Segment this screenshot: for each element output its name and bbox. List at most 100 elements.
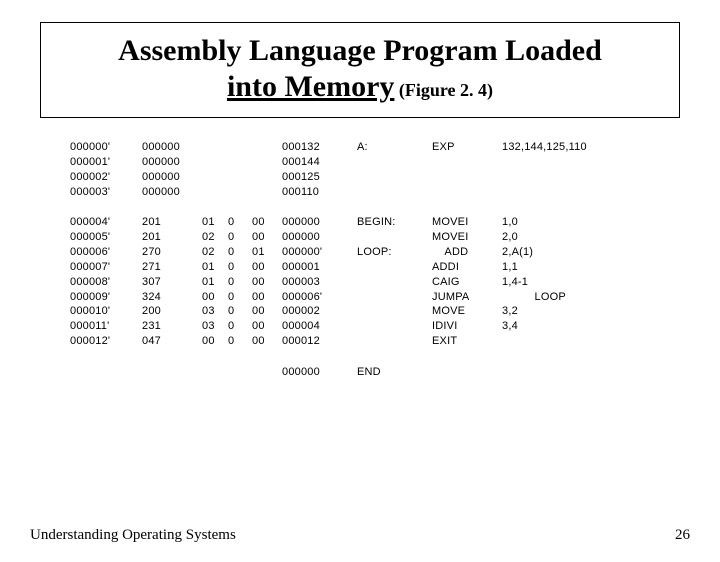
listing-cell: 000010' [70,304,142,319]
listing-cell: 1,4-1 [502,275,592,290]
listing-cell: 000001' [70,155,142,170]
listing-row: 000004'20101000000000BEGIN:MOVEI1,0 [70,215,650,230]
listing-cell [432,365,502,380]
listing-row: 000011'23103000000004IDIVI3,4 [70,319,650,334]
listing-cell: 1,1 [502,260,592,275]
listing-cell: 271 [142,260,202,275]
listing-cell: 0 [228,319,252,334]
listing-cell [357,185,432,200]
listing-cell [357,304,432,319]
listing-cell: 00 [252,304,282,319]
footer-right: 26 [675,527,690,544]
listing-cell [357,275,432,290]
listing-cell: ADDI [432,260,502,275]
listing-cell: 0 [228,215,252,230]
listing-cell: 3,2 [502,304,592,319]
listing-cell: 000003' [70,185,142,200]
listing-cell [502,334,592,349]
listing-cell: 047 [142,334,202,349]
listing-cell [252,170,282,185]
listing-cell: 01 [202,275,228,290]
listing-cell: 00 [252,319,282,334]
listing-row: 000005'20102000000000MOVEI2,0 [70,230,650,245]
listing-cell [432,185,502,200]
listing-cell [357,155,432,170]
listing-cell: 000004' [70,215,142,230]
listing-cell: 200 [142,304,202,319]
listing-cell: 000132 [282,140,357,155]
listing-cell: MOVEI [432,230,502,245]
listing-cell: 000004 [282,319,357,334]
listing-cell [502,365,592,380]
listing-row: 000012'04700000000012EXIT [70,334,650,349]
listing-cell: 2,A(1) [502,245,592,260]
listing-cell: 03 [202,319,228,334]
listing-cell: END [357,365,432,380]
listing-cell: 000000 [142,155,202,170]
listing-row: 000006'27002001000000'LOOP: ADD2,A(1) [70,245,650,260]
listing-cell: 324 [142,290,202,305]
listing-cell: 01 [202,215,228,230]
listing-cell: 000144 [282,155,357,170]
listing-cell: 000011' [70,319,142,334]
title-text-2b: (Figure 2. 4) [394,80,493,100]
listing-cell: 000007' [70,260,142,275]
listing-cell: 00 [252,260,282,275]
listing-cell: 000001 [282,260,357,275]
listing-cell: 0 [228,304,252,319]
listing-row: 000002'000000000125 [70,170,650,185]
listing-cell [228,140,252,155]
listing-cell [502,185,592,200]
listing-cell: 0 [228,334,252,349]
listing-cell [357,170,432,185]
listing-cell: 132,144,125,110 [502,140,592,155]
listing-cell: EXP [432,140,502,155]
listing-cell: 000000' [70,140,142,155]
listing-row: 000008'30701000000003CAIG1,4-1 [70,275,650,290]
listing-cell: 000000' [282,245,357,260]
listing-cell [202,170,228,185]
listing-cell: 01 [252,245,282,260]
listing-cell: 00 [252,215,282,230]
listing-cell: 1,0 [502,215,592,230]
listing-cell: BEGIN: [357,215,432,230]
listing-row: 000009'32400000000006'JUMPA LOOP [70,290,650,305]
listing-cell: 0 [228,245,252,260]
listing-cell [70,365,142,380]
listing-cell: 0 [228,290,252,305]
listing-cell [357,319,432,334]
listing-cell: 00 [252,334,282,349]
listing-cell: 201 [142,230,202,245]
listing-cell [357,260,432,275]
title-line-1: Assembly Language Program Loaded into Me… [55,33,665,105]
listing-cell [252,185,282,200]
listing-cell: 000012 [282,334,357,349]
listing-cell [228,365,252,380]
listing-cell: 000002' [70,170,142,185]
code-listing: 000000'000000000132A:EXP132,144,125,1100… [70,140,650,380]
listing-cell: LOOP [502,290,592,305]
listing-cell: 0 [228,275,252,290]
title-text-2a: into Memory [227,70,394,103]
listing-cell [502,170,592,185]
listing-cell [502,155,592,170]
listing-cell: 000000 [282,230,357,245]
listing-cell: 000009' [70,290,142,305]
listing-cell [357,230,432,245]
listing-cell: 000005' [70,230,142,245]
listing-cell: 000012' [70,334,142,349]
listing-cell: MOVE [432,304,502,319]
listing-row: 000010'20003000000002MOVE3,2 [70,304,650,319]
listing-cell: A: [357,140,432,155]
listing-cell: LOOP: [357,245,432,260]
listing-cell [252,140,282,155]
listing-cell: 00 [252,290,282,305]
listing-cell: 000002 [282,304,357,319]
listing-cell: 2,0 [502,230,592,245]
listing-cell [228,185,252,200]
listing-cell: 000110 [282,185,357,200]
footer-left: Understanding Operating Systems [30,527,236,544]
listing-cell [252,155,282,170]
listing-cell: 000000 [142,185,202,200]
listing-cell: 00 [252,230,282,245]
